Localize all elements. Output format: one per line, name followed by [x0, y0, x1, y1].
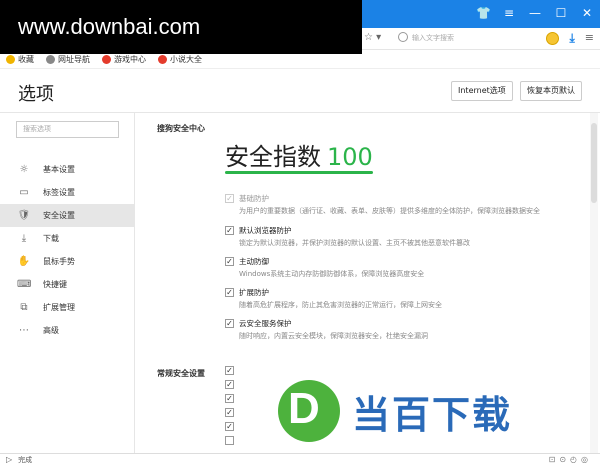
- page-title: 选项: [18, 84, 54, 105]
- status-icons: ⊡⊙◴◎: [548, 455, 592, 464]
- checkbox[interactable]: ✓: [225, 288, 234, 297]
- sidebar-item-basic[interactable]: ☼ 基本设置: [0, 158, 135, 181]
- tab-icon: ▭: [19, 187, 29, 198]
- internet-options-button[interactable]: Internet选项: [451, 81, 513, 101]
- sidebar-item-label: 鼠标手势: [43, 257, 75, 266]
- more-icon: ⋯: [19, 325, 29, 336]
- option-desc: 随着高危扩展程序，防止其危害浏览器的正常运行，保障上网安全: [239, 301, 442, 309]
- download-icon: ⤓: [21, 233, 27, 244]
- sidebar: 搜索选项 ☼ 基本设置 ▭ 标签设置 🛡 安全设置 ⤓ 下载 ✋ 鼠标手势 ⌨ 快捷键 ⧉ 扩…: [0, 113, 135, 453]
- game-icon: [102, 55, 111, 64]
- sidebar-item-label: 高级: [43, 326, 59, 335]
- close-button[interactable]: ✕: [580, 5, 594, 21]
- section-title: 搜狗安全中心: [157, 124, 205, 133]
- smile-icon[interactable]: [546, 31, 560, 45]
- sidebar-item-advanced[interactable]: ⋯ 高级: [0, 319, 135, 342]
- sidebar-item-label: 安全设置: [43, 211, 75, 220]
- download-icon[interactable]: ⤓: [569, 31, 574, 45]
- gear-icon: ☼: [19, 164, 29, 175]
- shield-icon: 🛡: [17, 210, 31, 221]
- logo-letter: D: [288, 384, 320, 433]
- option-desc: 锁定为默认浏览器，并保护浏览器的默认设置、主页不被其他恶意软件篡改: [239, 239, 470, 247]
- checkbox[interactable]: ✓: [225, 422, 234, 431]
- extension-icon: ⧉: [20, 302, 28, 313]
- scrollbar[interactable]: [590, 113, 598, 453]
- status-bar: ▷ 完成 ⊡⊙◴◎: [0, 453, 600, 466]
- keyboard-icon: ⌨: [17, 279, 32, 290]
- watermark: www.downbai.com: [0, 0, 362, 54]
- main-menu-icon[interactable]: ≡: [585, 31, 594, 45]
- option-title: 云安全服务保护: [239, 319, 292, 328]
- toolbar-tools: ⤓ ≡: [546, 31, 594, 45]
- options-search-input[interactable]: 搜索选项: [16, 121, 119, 138]
- sidebar-item-label: 标签设置: [43, 188, 75, 197]
- sidebar-item-label: 基本设置: [43, 165, 75, 174]
- checkbox[interactable]: ✓: [225, 226, 234, 235]
- star-icon: [6, 55, 15, 64]
- window-controls: 👕 ≡ — ☐ ✕: [476, 5, 594, 21]
- logo-text: 当百下载: [352, 393, 513, 437]
- option-title: 默认浏览器防护: [239, 226, 292, 235]
- checkbox: ✓: [225, 194, 234, 203]
- sidebar-item-security[interactable]: 🛡 安全设置: [0, 204, 135, 227]
- minimize-button[interactable]: —: [528, 5, 542, 21]
- play-icon: ▷: [6, 455, 13, 464]
- search-box[interactable]: 输入文字搜索: [398, 31, 510, 46]
- menu-icon[interactable]: ≡: [502, 5, 516, 21]
- scrollbar-thumb[interactable]: [591, 123, 597, 203]
- option-desc: Windows系统主动内存防御防御体系，保障浏览器高度安全: [239, 270, 425, 278]
- maximize-button[interactable]: ☐: [554, 5, 568, 21]
- sidebar-item-tabs[interactable]: ▭ 标签设置: [0, 181, 135, 204]
- skin-icon[interactable]: 👕: [476, 5, 491, 21]
- score-label: 安全指数: [225, 143, 321, 171]
- restore-defaults-button[interactable]: 恢复本页默认: [520, 81, 582, 101]
- search-placeholder: 输入文字搜索: [412, 34, 454, 42]
- sidebar-item-extensions[interactable]: ⧉ 扩展管理: [0, 296, 135, 319]
- option-desc: 随时响应，内置云安全模块，保障浏览器安全，杜绝安全漏洞: [239, 332, 428, 340]
- checkbox[interactable]: ✓: [225, 319, 234, 328]
- sidebar-item-label: 下载: [43, 234, 59, 243]
- option-desc: 为用户的重要数据（通行证、收藏、表单、皮肤等）提供多维度的全体防护，保障浏览器数…: [239, 207, 540, 215]
- score-bar: [225, 171, 373, 174]
- search-icon: [398, 32, 408, 42]
- checkbox[interactable]: ✓: [225, 380, 234, 389]
- checkbox[interactable]: [225, 436, 234, 445]
- globe-icon: [46, 55, 55, 64]
- sidebar-item-label: 扩展管理: [43, 303, 75, 312]
- checkbox[interactable]: ✓: [225, 394, 234, 403]
- status-text: 完成: [18, 456, 33, 464]
- bookmark-star-icon[interactable]: ☆ ▾: [364, 32, 381, 43]
- checkbox[interactable]: ✓: [225, 366, 234, 375]
- sidebar-item-label: 快捷键: [43, 280, 67, 289]
- score-value: 100: [327, 143, 373, 171]
- sidebar-list: ☼ 基本设置 ▭ 标签设置 🛡 安全设置 ⤓ 下载 ✋ 鼠标手势 ⌨ 快捷键 ⧉ 扩展管理 ⋯…: [0, 158, 135, 342]
- option-title: 基础防护: [239, 194, 269, 203]
- option-title: 主动防御: [239, 257, 269, 266]
- checkbox[interactable]: ✓: [225, 408, 234, 417]
- brand-logo: D 当百下载: [270, 378, 570, 446]
- checkbox[interactable]: ✓: [225, 257, 234, 266]
- option-title: 扩展防护: [239, 288, 269, 297]
- sidebar-item-shortcuts[interactable]: ⌨ 快捷键: [0, 273, 135, 296]
- sidebar-item-mouse-gestures[interactable]: ✋ 鼠标手势: [0, 250, 135, 273]
- regular-section-title: 常规安全设置: [157, 369, 205, 378]
- sidebar-item-download[interactable]: ⤓ 下载: [0, 227, 135, 250]
- novel-icon: [158, 55, 167, 64]
- hand-icon: ✋: [17, 256, 31, 267]
- security-score: 安全指数 100: [225, 137, 373, 172]
